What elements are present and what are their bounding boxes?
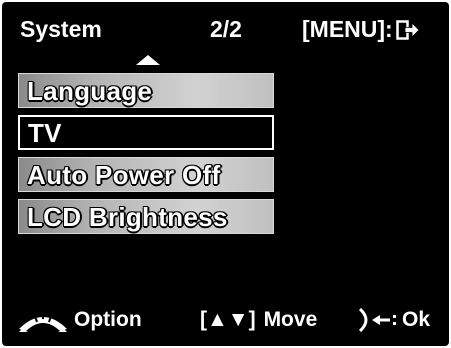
menu-item-label: TV <box>28 118 62 148</box>
move-hint[interactable]: [▲▼] Move <box>200 300 317 340</box>
menu-item-lcd-brightness[interactable]: LCD Brightness <box>18 199 274 234</box>
camera-menu-screen: System 2/2 [MENU]: Language TV Auto Powe… <box>2 2 449 346</box>
menu-item-label: LCD Brightness <box>26 201 228 232</box>
up-down-icon: [▲▼] <box>200 308 256 331</box>
menu-header: System 2/2 [MENU]: <box>2 2 449 58</box>
exit-arrow-icon <box>395 19 420 40</box>
option-label: Option <box>74 308 142 331</box>
page-indicator: 2/2 <box>210 16 242 42</box>
mode-wheel-icon <box>19 313 67 332</box>
menu-item-language[interactable]: Language <box>18 73 274 108</box>
page-title: System <box>20 16 102 42</box>
shutter-back-icon <box>358 307 396 333</box>
ok-hint[interactable]: Ok <box>356 300 430 340</box>
menu-item-tv[interactable]: TV <box>18 115 274 150</box>
menu-item-auto-power-off[interactable]: Auto Power Off <box>18 157 274 192</box>
menu-list: Language TV Auto Power Off LCD Brightnes… <box>18 73 276 241</box>
menu-item-label: Language <box>26 75 153 106</box>
option-hint[interactable]: Option <box>16 300 142 340</box>
button-hints-bar: Option [▲▼] Move Ok <box>2 300 449 340</box>
menu-exit-hint[interactable]: [MENU]: <box>302 16 420 43</box>
menu-exit-label: [MENU]: <box>302 16 393 42</box>
move-label: Move <box>263 308 318 331</box>
ok-label: Ok <box>402 308 431 331</box>
scroll-up-icon[interactable] <box>136 55 160 65</box>
menu-item-label: Auto Power Off <box>26 159 221 190</box>
